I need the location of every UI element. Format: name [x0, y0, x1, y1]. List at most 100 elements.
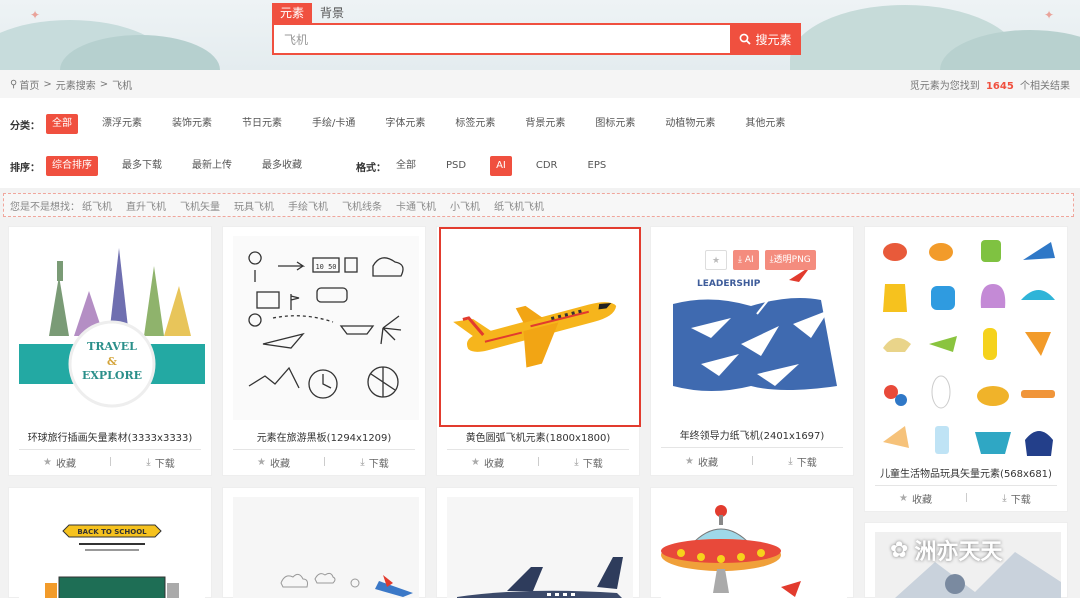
suggestion-item[interactable]: 直升飞机 [126, 198, 166, 213]
download-label: 下载 [796, 457, 817, 469]
card-thumbnail[interactable] [233, 497, 419, 598]
format-ai[interactable]: AI [490, 156, 512, 176]
card-title[interactable]: 元素在旅游黑板(1294x1209) [223, 429, 425, 444]
category-holiday[interactable]: 节日元素 [236, 114, 288, 134]
card-divider [875, 485, 1057, 486]
card-title[interactable]: 儿童生活物品玩具矢量元素(568x681) [865, 465, 1067, 480]
category-floating[interactable]: 漂浮元素 [96, 114, 148, 134]
tab-elements[interactable]: 元素 [272, 3, 313, 23]
category-all[interactable]: 全部 [46, 114, 78, 134]
kids-toys-illustration [875, 236, 1061, 458]
download-button[interactable]: ⤓ 下载 [324, 455, 425, 470]
result-card[interactable]: 儿童生活物品玩具矢量元素(568x681) ★ 收藏 ⤓ 下载 [864, 226, 1068, 512]
result-card[interactable]: LEADERSHIP ★ ⤓ AI ⤓透明PNG 年终领导力纸飞机(2401x1… [650, 226, 854, 476]
school-banner-text: BACK TO SCHOOL [77, 528, 147, 536]
card-divider [233, 449, 415, 450]
suggestion-item[interactable]: 纸飞机 [82, 198, 112, 213]
card-actions: ★ 收藏 ⤓ 下载 [437, 452, 639, 472]
favorite-label: 收藏 [55, 458, 76, 470]
card-title[interactable]: 年终领导力纸飞机(2401x1697) [651, 427, 853, 442]
breadcrumb-current: 飞机 [112, 80, 133, 92]
result-card[interactable] [222, 487, 426, 598]
search-input[interactable] [274, 25, 730, 53]
favorite-button[interactable]: ★ 收藏 [9, 455, 110, 470]
card-thumbnail[interactable] [875, 236, 1061, 458]
favorite-label: 收藏 [911, 494, 932, 506]
card-thumbnail[interactable]: LEADERSHIP ★ ⤓ AI ⤓透明PNG [661, 236, 847, 420]
download-png-label: 透明PNG [773, 255, 811, 265]
result-card[interactable]: 10 50 元素在旅游黑板(1294x1209) ★ 收藏 ⤓ 下载 [222, 226, 426, 476]
download-ai-button[interactable]: ⤓ AI [733, 250, 759, 270]
travel-text: TRAVEL [87, 340, 137, 353]
amp-text: & [107, 355, 117, 368]
card-thumbnail[interactable] [661, 497, 847, 598]
format-label: 格式： [356, 162, 386, 174]
category-label-elements[interactable]: 标签元素 [449, 114, 501, 134]
favorite-button[interactable]: ★ 收藏 [651, 454, 752, 469]
download-button[interactable]: ⤓ 下载 [752, 454, 853, 469]
format-eps[interactable]: EPS [582, 156, 613, 176]
suggestion-item[interactable]: 小飞机 [450, 198, 480, 213]
quick-favorite-button[interactable]: ★ [705, 250, 727, 270]
favorite-button[interactable]: ★ 收藏 [865, 491, 966, 506]
category-other[interactable]: 其他元素 [739, 114, 791, 134]
format-psd[interactable]: PSD [440, 156, 472, 176]
search-icon [740, 33, 752, 45]
suggestion-item[interactable]: 飞机线条 [342, 198, 382, 213]
sort-most-favorites[interactable]: 最多收藏 [256, 156, 308, 176]
suggestion-item[interactable]: 玩具飞机 [234, 198, 274, 213]
suggestion-item[interactable]: 纸飞机飞机 [494, 198, 544, 213]
breadcrumb-section[interactable]: 元素搜索 [56, 77, 96, 92]
card-hover-actions: ★ ⤓ AI ⤓透明PNG [705, 250, 816, 270]
download-button[interactable]: ⤓ 下载 [110, 455, 211, 470]
download-png-button[interactable]: ⤓透明PNG [764, 250, 816, 270]
format-all[interactable]: 全部 [390, 156, 422, 176]
star-icon: ★ [685, 455, 694, 467]
card-thumbnail[interactable]: 10 50 [233, 236, 419, 420]
action-separator [752, 456, 753, 465]
card-divider [661, 447, 843, 448]
sort-most-downloads[interactable]: 最多下载 [116, 156, 168, 176]
watermark-text: 洲亦天天 [914, 540, 1003, 565]
favorite-button[interactable]: ★ 收藏 [223, 455, 324, 470]
suggestion-item[interactable]: 手绘飞机 [288, 198, 328, 213]
result-card[interactable] [436, 487, 640, 598]
card-thumbnail[interactable] [439, 227, 641, 427]
search-button[interactable]: 搜元素 [730, 23, 801, 55]
category-font[interactable]: 字体元素 [379, 114, 431, 134]
card-thumbnail[interactable] [447, 497, 633, 598]
download-label: 下载 [154, 458, 175, 470]
result-card[interactable]: 黄色圆弧飞机元素(1800x1800) ★ 收藏 ⤓ 下载 [436, 226, 641, 476]
star-icon: ★ [43, 456, 52, 468]
result-card[interactable] [650, 487, 854, 598]
tab-backgrounds[interactable]: 背景 [312, 3, 352, 23]
sparkle-icon: ✦ [30, 8, 41, 22]
download-icon: ⤓ [574, 456, 579, 468]
card-thumbnail[interactable]: TRAVEL & EXPLORE [19, 236, 205, 420]
suggestion-item[interactable]: 卡通飞机 [396, 198, 436, 213]
card-title[interactable]: 黄色圆弧飞机元素(1800x1800) [437, 429, 639, 444]
card-actions: ★ 收藏 ⤓ 下载 [651, 451, 853, 471]
format-cdr[interactable]: CDR [530, 156, 564, 176]
category-decoration[interactable]: 装饰元素 [166, 114, 218, 134]
download-button[interactable]: ⤓ 下载 [966, 491, 1067, 506]
back-to-school-illustration: BACK TO SCHOOL [19, 497, 205, 598]
action-separator [324, 457, 325, 466]
category-icon[interactable]: 图标元素 [589, 114, 641, 134]
breadcrumb-home[interactable]: 首页 [19, 77, 39, 92]
star-icon: ★ [711, 256, 721, 266]
sort-filter-row: 排序： 综合排序 最多下载 最新上传 最多收藏 格式： 全部 PSD AI CD… [10, 156, 630, 176]
category-animals-plants[interactable]: 动植物元素 [659, 114, 721, 134]
category-hand-drawn[interactable]: 手绘/卡通 [306, 114, 361, 134]
result-card[interactable]: TRAVEL & EXPLORE 环球旅行插画矢量素材(3333x3333) ★… [8, 226, 212, 476]
sparkle-icon: ✦ [1044, 8, 1055, 22]
suggestion-item[interactable]: 飞机矢量 [180, 198, 220, 213]
download-button[interactable]: ⤓ 下载 [538, 455, 639, 470]
card-thumbnail[interactable]: BACK TO SCHOOL [19, 497, 205, 598]
sort-newest[interactable]: 最新上传 [186, 156, 238, 176]
result-card[interactable]: BACK TO SCHOOL [8, 487, 212, 598]
sort-comprehensive[interactable]: 综合排序 [46, 156, 98, 176]
card-title[interactable]: 环球旅行插画矢量素材(3333x3333) [9, 429, 211, 444]
category-background[interactable]: 背景元素 [519, 114, 571, 134]
favorite-button[interactable]: ★ 收藏 [437, 455, 538, 470]
